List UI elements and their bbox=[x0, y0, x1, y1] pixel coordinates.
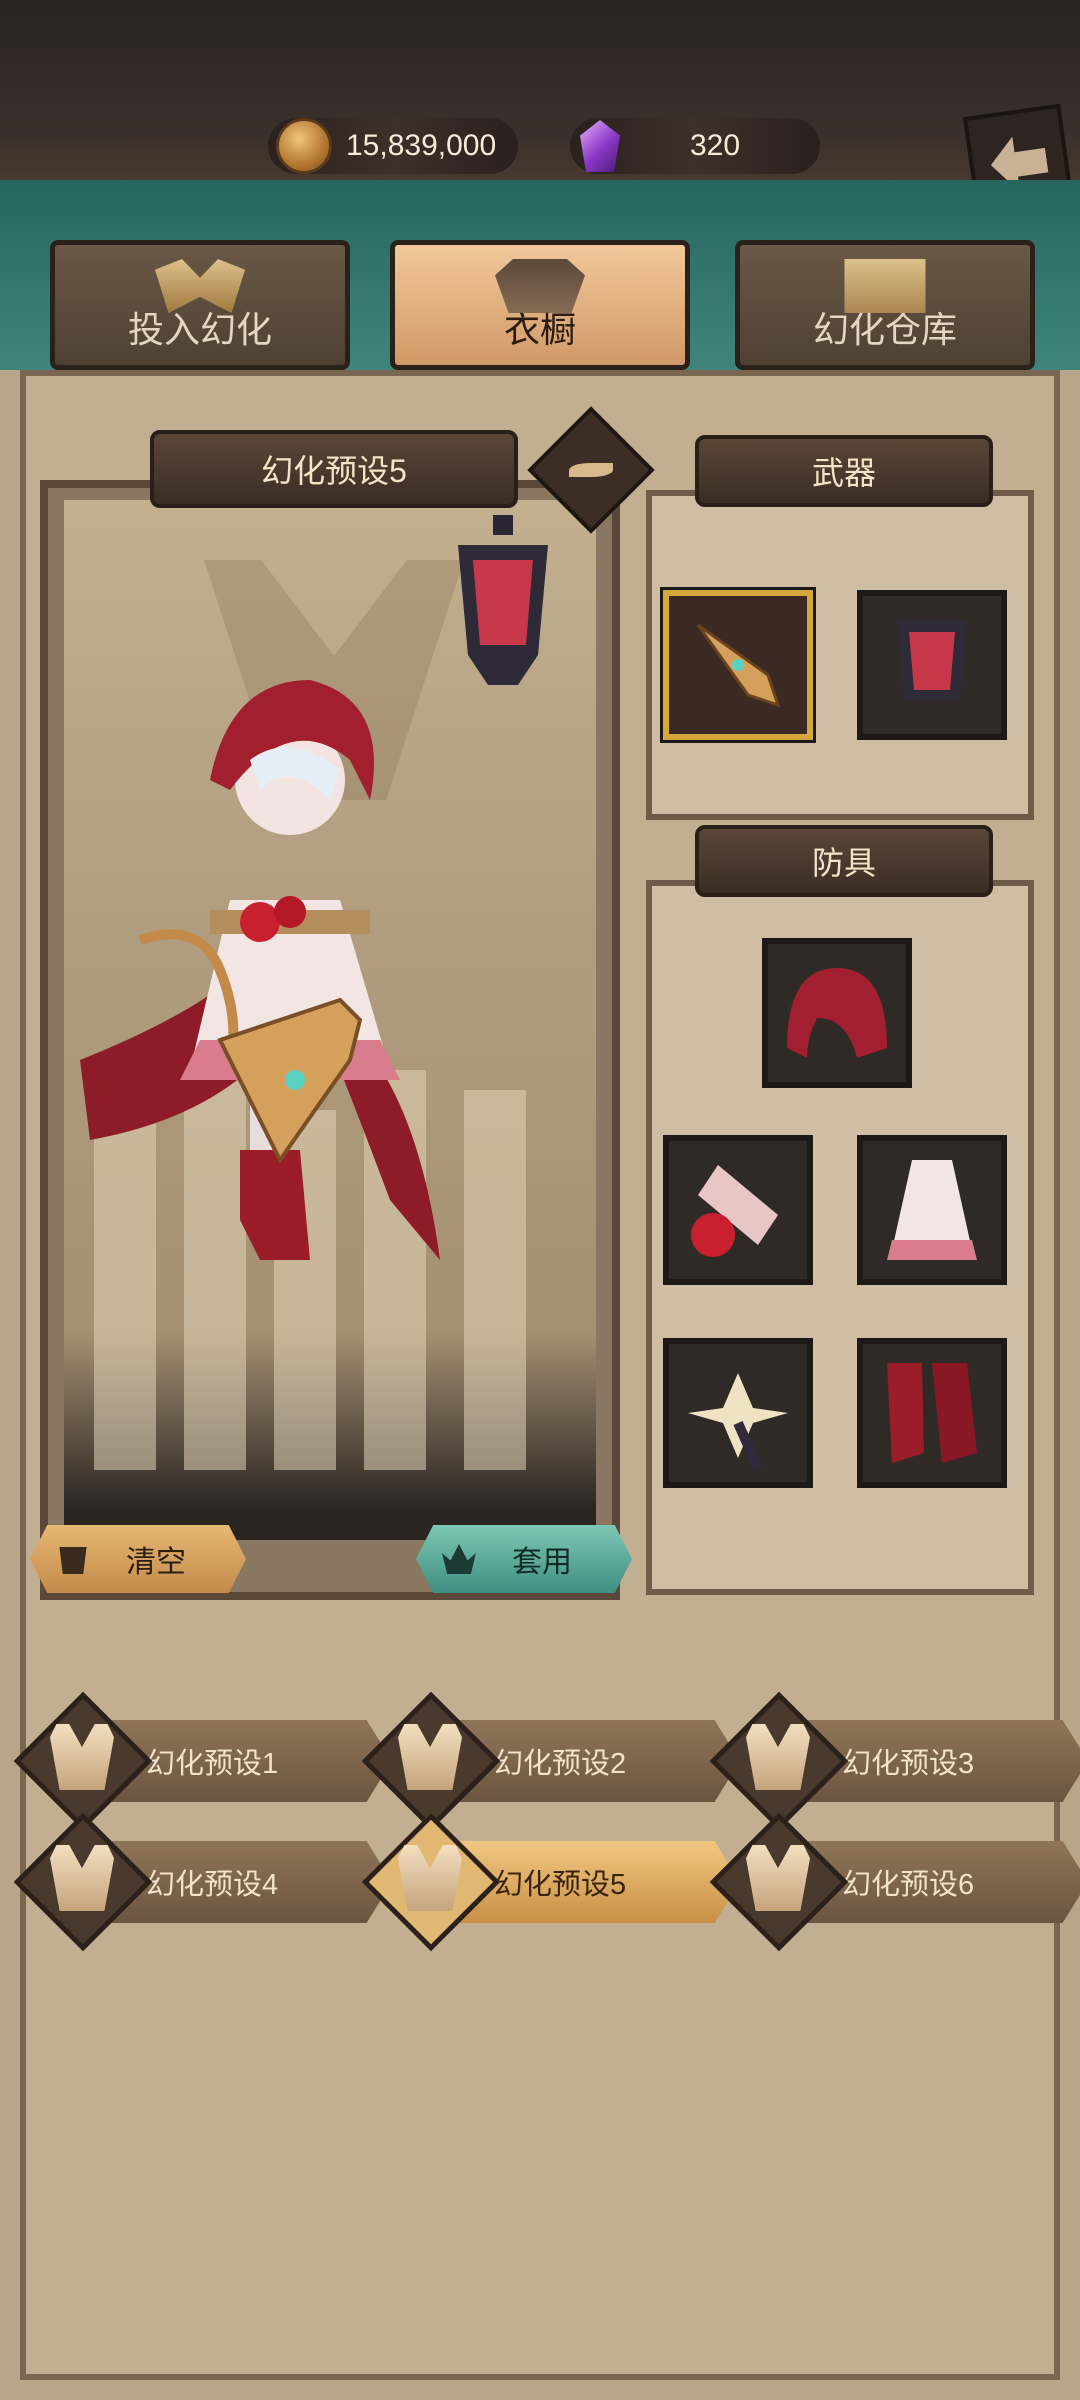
armor-icon bbox=[495, 259, 585, 313]
coin-amount: 15,839,000 bbox=[346, 129, 497, 162]
weapon-slot-sword[interactable] bbox=[663, 590, 813, 740]
armor-title: 防具 bbox=[695, 825, 993, 897]
preset-item-5[interactable]: 幻化预设5 bbox=[361, 1812, 740, 1952]
preset-item-3[interactable]: 幻化预设3 bbox=[709, 1691, 1080, 1831]
character-illustration bbox=[80, 680, 440, 1260]
lantern-icon bbox=[897, 620, 967, 700]
crown-icon bbox=[442, 1544, 476, 1574]
preset-item-6[interactable]: 幻化预设6 bbox=[709, 1812, 1080, 1952]
armor-title-label: 防具 bbox=[811, 845, 876, 881]
flower-ribbon-icon bbox=[688, 1373, 788, 1471]
preset-label: 幻化预设5 bbox=[494, 1869, 627, 1901]
preset-label: 幻化预设6 bbox=[842, 1869, 975, 1901]
preset-label: 幻化预设4 bbox=[146, 1869, 279, 1901]
golden-sword-icon bbox=[696, 623, 781, 708]
preset-label: 幻化预设3 bbox=[842, 1748, 975, 1780]
lantern-icon bbox=[458, 515, 548, 685]
current-preset-title: 幻化预设5 bbox=[150, 430, 518, 508]
clear-label: 清空 bbox=[126, 1546, 186, 1579]
white-dress-icon bbox=[887, 1160, 977, 1260]
armor-slot-head[interactable] bbox=[762, 938, 912, 1088]
armor-slot-hands[interactable] bbox=[663, 1135, 813, 1285]
quill-icon bbox=[569, 463, 613, 477]
red-boots-icon bbox=[887, 1363, 977, 1463]
tab-wardrobe[interactable]: 衣橱 bbox=[390, 240, 690, 370]
apply-button[interactable]: 套用 bbox=[416, 1525, 632, 1593]
apply-label: 套用 bbox=[512, 1546, 572, 1579]
preset-item-2[interactable]: 幻化预设2 bbox=[361, 1691, 740, 1831]
preset-item-4[interactable]: 幻化预设4 bbox=[13, 1812, 392, 1952]
tab-label: 投入幻化 bbox=[127, 309, 272, 350]
weapons-title-label: 武器 bbox=[811, 455, 876, 491]
purple-gem-icon bbox=[580, 120, 620, 172]
armor-slot-feet[interactable] bbox=[857, 1338, 1007, 1488]
clear-button[interactable]: 清空 bbox=[30, 1525, 246, 1593]
preset-label: 幻化预设1 bbox=[146, 1748, 279, 1780]
red-hood-icon bbox=[787, 968, 887, 1058]
weapon-slot-lantern[interactable] bbox=[857, 590, 1007, 740]
armor-slot-accessory[interactable] bbox=[663, 1338, 813, 1488]
cabinet-icon bbox=[844, 259, 926, 313]
armor-slot-body[interactable] bbox=[857, 1135, 1007, 1285]
rose-gauntlet-icon bbox=[691, 1165, 778, 1257]
tab-warehouse[interactable]: 幻化仓库 bbox=[735, 240, 1035, 370]
coin-counter: 15,839,000 bbox=[268, 118, 518, 174]
preset-label: 幻化预设2 bbox=[494, 1748, 627, 1780]
preset-item-1[interactable]: 幻化预设1 bbox=[13, 1691, 392, 1831]
trash-icon bbox=[59, 1547, 87, 1574]
weapons-title: 武器 bbox=[695, 435, 993, 507]
current-preset-label: 幻化预设5 bbox=[261, 453, 407, 489]
tab-transmog[interactable]: 投入幻化 bbox=[50, 240, 350, 370]
top-bar bbox=[0, 0, 1080, 190]
coin-icon bbox=[276, 118, 332, 174]
gem-counter: 320 bbox=[570, 118, 820, 174]
gem-amount: 320 bbox=[690, 129, 741, 162]
